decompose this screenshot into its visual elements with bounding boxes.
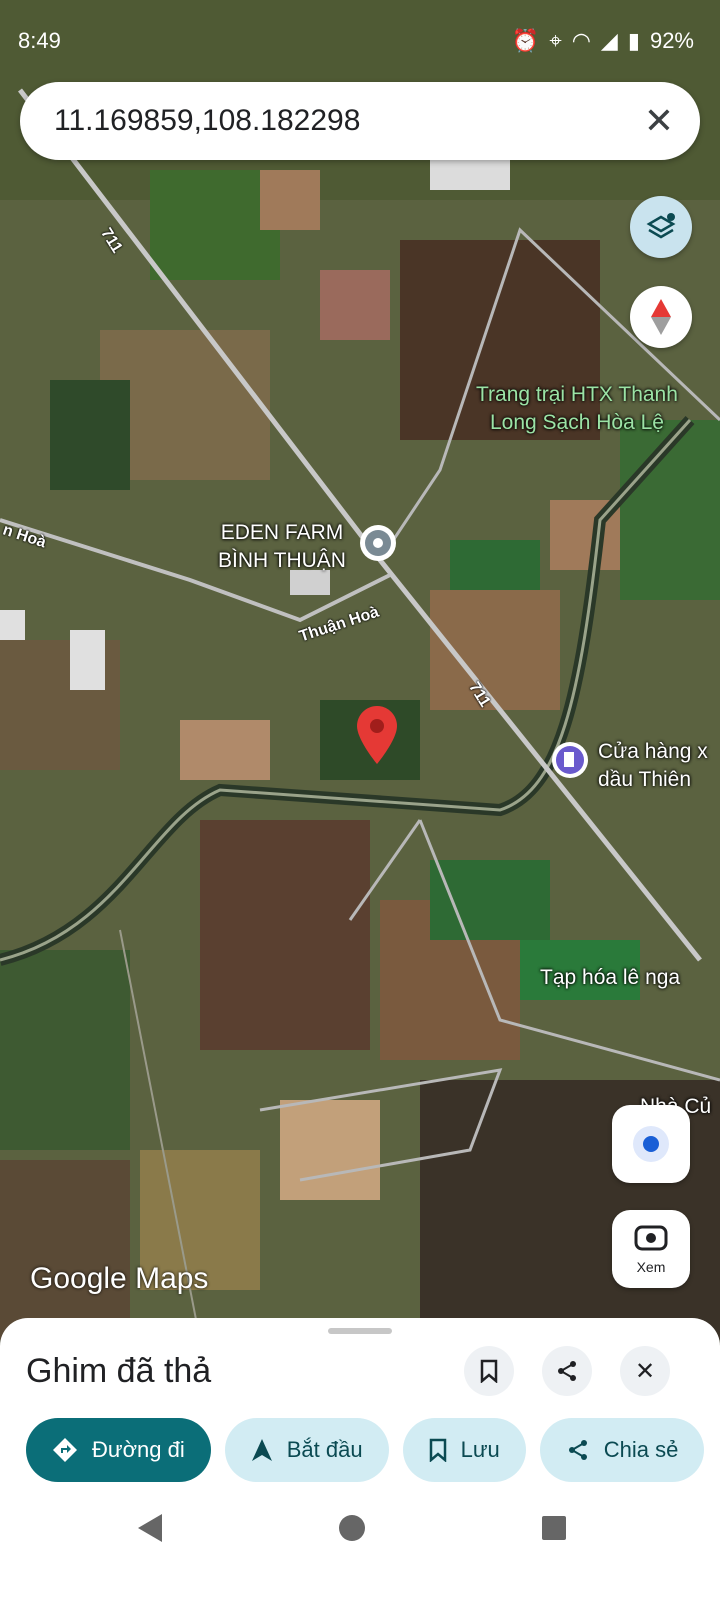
bookmark-button[interactable]: [464, 1346, 514, 1396]
signal-icon: ◢: [600, 28, 618, 53]
my-location-icon: [633, 1126, 669, 1162]
share-icon-button[interactable]: [542, 1346, 592, 1396]
back-icon[interactable]: [138, 1514, 162, 1542]
system-nav-graphics: [138, 1514, 566, 1542]
start-button[interactable]: Bắt đầu: [224, 1418, 389, 1482]
view-button[interactable]: Xem: [612, 1210, 690, 1288]
action-chips: Đường đi Bắt đầu Lưu Chia sẻ: [26, 1418, 705, 1482]
home-icon[interactable]: [339, 1515, 365, 1541]
navigation-arrow-icon: [251, 1439, 272, 1461]
htx-farm-label[interactable]: Trang trại HTX Thanh Long Sạch Hòa Lệ: [476, 383, 678, 435]
directions-button[interactable]: Đường đi: [26, 1418, 211, 1482]
save-button[interactable]: Lưu: [402, 1418, 526, 1482]
compass-icon: [651, 299, 671, 335]
battery-icon: ▮: [627, 28, 640, 53]
gas-station-marker-icon[interactable]: [550, 740, 590, 780]
my-location-button[interactable]: [612, 1105, 690, 1183]
status-icons: ⏰ ⌖ ◠ ◢ ▮ 92%: [512, 28, 694, 54]
eden-farm-label-line2: BÌNH THUẬN: [218, 549, 346, 572]
system-navigation-bar: [0, 1500, 720, 1560]
status-time: 8:49: [18, 28, 61, 53]
bookmark-icon: [429, 1438, 446, 1462]
place-title: Ghim đã thả: [26, 1352, 212, 1390]
layers-button[interactable]: [630, 196, 692, 258]
directions-label: Đường đi: [92, 1437, 185, 1462]
recents-icon[interactable]: [542, 1516, 566, 1540]
tap-hoa-label[interactable]: Tạp hóa lê nga: [540, 966, 680, 990]
search-bar[interactable]: 11.169859,108.182298 ✕: [20, 82, 700, 160]
wifi-icon: ◠: [571, 28, 591, 53]
close-sheet-button[interactable]: ✕: [620, 1346, 670, 1396]
location-icon: ⌖: [549, 28, 562, 53]
eden-farm-label-line1: EDEN FARM: [220, 521, 344, 544]
camera-lens-icon: [634, 1225, 668, 1251]
clear-search-icon[interactable]: ✕: [644, 100, 674, 142]
google-maps-attribution: Google Maps: [30, 1262, 209, 1295]
battery-level: 92%: [649, 28, 694, 53]
save-label: Lưu: [460, 1437, 500, 1462]
gas-station-label-line2: dầu Thiên: [598, 768, 692, 791]
bookmark-icon: [480, 1359, 498, 1383]
share-label: Chia sẻ: [603, 1437, 679, 1462]
close-icon: ✕: [634, 1357, 656, 1385]
start-label: Bắt đầu: [286, 1437, 363, 1462]
sheet-drag-handle[interactable]: [328, 1328, 392, 1334]
eden-farm-label[interactable]: EDEN FARM BÌNH THUẬN: [218, 521, 346, 573]
gas-station-label[interactable]: Cửa hàng x dầu Thiên: [598, 740, 708, 792]
eden-farm-marker-icon[interactable]: [358, 523, 398, 563]
alarm-icon: ⏰: [511, 28, 540, 53]
view-button-label: Xem: [636, 1259, 666, 1275]
share-icon: [568, 1440, 587, 1460]
share-icon: [558, 1361, 576, 1381]
gas-station-label-line1: Cửa hàng x: [598, 740, 708, 763]
dropped-pin-icon[interactable]: [357, 706, 397, 764]
layers-icon: [646, 213, 676, 239]
htx-farm-label-line1: Trang trại HTX Thanh: [476, 383, 678, 406]
search-input[interactable]: 11.169859,108.182298: [54, 104, 360, 138]
htx-farm-label-line2: Long Sạch Hòa Lệ: [489, 411, 664, 434]
directions-icon: [53, 1438, 77, 1462]
share-button[interactable]: Chia sẻ: [539, 1418, 705, 1482]
status-bar: 8:49 ⏰ ⌖ ◠ ◢ ▮ 92%: [0, 0, 720, 80]
compass-button[interactable]: [630, 286, 692, 348]
